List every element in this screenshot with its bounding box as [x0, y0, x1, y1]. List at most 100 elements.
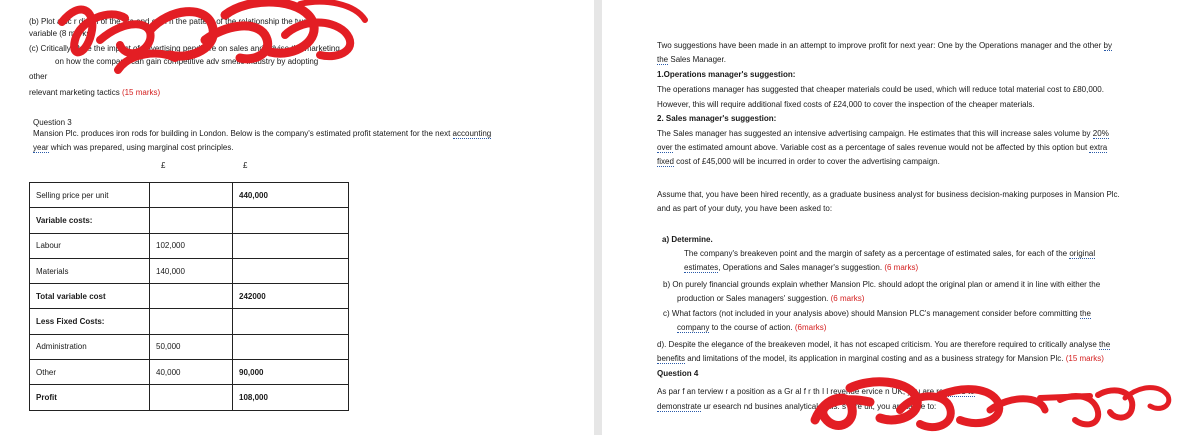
- row-label: Administration: [29, 333, 150, 361]
- question-c-fragment: (c) Critically alyse the impact of adver…: [29, 44, 340, 53]
- suggestion-1-line-2: However, this will require additional fi…: [657, 100, 1035, 109]
- spell-flag-the[interactable]: the: [657, 55, 669, 65]
- task-a-line-1: The company's breakeven point and the ma…: [684, 249, 1096, 259]
- task-b-line-2: production or Sales managers' suggestion…: [677, 294, 864, 304]
- task-a-text-1: The company's breakeven point and the ma…: [684, 249, 1068, 258]
- task-a-text-2: , Operations and Sales manager's suggest…: [718, 263, 883, 272]
- question-3-intro-line-2: year which was prepared, using marginal …: [33, 143, 234, 153]
- task-c-line-1: c) What factors (not included in your an…: [663, 309, 1091, 319]
- question-c-tactics: relevant marketing tactics: [29, 88, 120, 97]
- spell-flag-accounting[interactable]: accounting: [452, 129, 492, 139]
- question-3-intro-text: Mansion Plc. produces iron rods for buil…: [33, 129, 451, 138]
- row-value-1: 140,000: [149, 257, 233, 285]
- row-label: Selling price per unit: [29, 181, 150, 209]
- spell-flag-year[interactable]: year: [33, 143, 49, 153]
- row-label: Total variable cost: [29, 283, 150, 310]
- task-c-marks: (6marks): [794, 323, 827, 332]
- spell-flag-the-2[interactable]: the: [1079, 309, 1091, 319]
- suggestion-1-line-1: The operations manager has suggested tha…: [657, 85, 1104, 94]
- table-row: Profit 108,000: [29, 384, 349, 411]
- spell-flag-extra[interactable]: extra: [1089, 143, 1108, 153]
- table-row: Other 40,000 90,000: [29, 359, 349, 386]
- table-row: Materials 140,000: [29, 257, 349, 285]
- right-document-page: Two suggestions have been made in an att…: [602, 0, 1195, 435]
- table-header-col-1: £: [161, 161, 166, 170]
- row-value-2: [232, 232, 349, 259]
- intro-text: Two suggestions have been made in an att…: [657, 41, 1102, 50]
- intro-line-2: the Sales Manager.: [657, 55, 726, 65]
- suggestion-2-text-3: cost of £45,000 will be incurred in orde…: [676, 157, 940, 166]
- assume-line-2: and as part of your duty, you have been …: [657, 204, 833, 213]
- question-4-text-1: As par f an terview r a position as a Gr…: [657, 387, 935, 396]
- spell-flag-the-3[interactable]: the: [1099, 340, 1111, 350]
- intro-text-2: Sales Manager.: [670, 55, 726, 64]
- task-c-line-2: company to the course of action. (6marks…: [677, 323, 826, 333]
- spell-flag-required-to[interactable]: required to: [936, 387, 975, 397]
- spell-flag-by[interactable]: by: [1103, 41, 1112, 51]
- row-value-2: [232, 257, 349, 285]
- profit-statement-table: Selling price per unit 440,000 Variable co…: [29, 181, 349, 411]
- suggestion-2-line-2: over the estimated amount above. Variabl…: [657, 143, 1108, 153]
- question-3-intro-text-2: which was prepared, using marginal cost …: [50, 143, 234, 152]
- question-3-title: Question 3: [33, 118, 72, 127]
- question-3-intro-line-1: Mansion Plc. produces iron rods for buil…: [33, 129, 492, 139]
- question-c-other: other: [29, 72, 48, 81]
- table-row: Selling price per unit 440,000: [29, 181, 349, 209]
- row-value-2: 440,000: [232, 181, 349, 209]
- row-label: Materials: [29, 257, 150, 285]
- row-value-1: [149, 181, 233, 209]
- spell-flag-company[interactable]: company: [677, 323, 710, 333]
- row-value-2: [232, 308, 349, 335]
- row-value-1: 50,000: [149, 333, 233, 361]
- row-value-1: [149, 384, 233, 411]
- table-header-col-2: £: [243, 161, 248, 170]
- suggestion-2-line-1: The Sales manager has suggested an inten…: [657, 129, 1109, 139]
- spell-flag-benefits[interactable]: benefits: [657, 354, 686, 364]
- task-c-text-2: to the course of action.: [711, 323, 793, 332]
- page-gutter: [594, 0, 602, 435]
- table-row: Administration 50,000: [29, 333, 349, 361]
- table-row: Less Fixed Costs:: [29, 308, 349, 335]
- row-label: Variable costs:: [29, 207, 150, 234]
- suggestion-2-heading: 2. Sales manager's suggestion:: [657, 114, 777, 123]
- table-row: Variable costs:: [29, 207, 349, 234]
- question-b-fragment-2: variable (8 marks): [29, 29, 94, 38]
- task-b-marks: (6 marks): [830, 294, 865, 303]
- task-b-text-2: production or Sales managers' suggestion…: [677, 294, 829, 303]
- question-c-fragment-2: on how the company can gain competitive …: [55, 57, 319, 66]
- task-b-line-1: b) On purely financial grounds explain w…: [663, 280, 1101, 289]
- spell-flag-over[interactable]: over: [657, 143, 673, 153]
- row-label: Labour: [29, 232, 150, 259]
- row-value-2: [232, 207, 349, 234]
- suggestion-1-heading: 1.Operations manager's suggestion:: [657, 70, 796, 79]
- table-row: Total variable cost 242000: [29, 283, 349, 310]
- row-value-1: [149, 283, 233, 310]
- question-b-fragment: (b) Plot a sc r di am of the ata and com…: [29, 17, 308, 26]
- row-value-1: [149, 207, 233, 234]
- spell-flag-20-percent[interactable]: 20%: [1092, 129, 1109, 139]
- spell-flag-estimates[interactable]: estimates: [684, 263, 719, 273]
- question-c-tactics-line: relevant marketing tactics (15 marks): [29, 88, 160, 98]
- task-d-line-2: benefits and limitations of the model, i…: [657, 354, 1104, 364]
- task-c-text-1: c) What factors (not included in your an…: [663, 309, 1078, 318]
- assume-line-1: Assume that, you have been hired recentl…: [657, 190, 1120, 199]
- spell-flag-original[interactable]: original: [1069, 249, 1096, 259]
- row-value-2: 108,000: [232, 384, 349, 411]
- task-a-marks: (6 marks): [884, 263, 919, 272]
- task-a-heading: a) Determine.: [662, 235, 713, 244]
- question-4-line-1: As par f an terview r a position as a Gr…: [657, 387, 975, 397]
- suggestion-2-line-3: fixed cost of £45,000 will be incurred i…: [657, 157, 940, 167]
- row-value-1: 40,000: [149, 359, 233, 386]
- row-value-2: [232, 333, 349, 361]
- row-label: Profit: [29, 384, 150, 411]
- row-label: Other: [29, 359, 150, 386]
- question-4-text-2: ur esearch nd busines analytical skills.…: [703, 402, 937, 411]
- spell-flag-demonstrate[interactable]: demonstrate: [657, 402, 702, 412]
- row-label: Less Fixed Costs:: [29, 308, 150, 335]
- task-a-line-2: estimates, Operations and Sales manager'…: [684, 263, 918, 273]
- spell-flag-fixed[interactable]: fixed: [657, 157, 674, 167]
- row-value-2: 242000: [232, 283, 349, 310]
- question-4-line-2: demonstrate ur esearch nd busines analyt…: [657, 402, 936, 412]
- row-value-1: 102,000: [149, 232, 233, 259]
- task-d-marks: (15 marks): [1065, 354, 1104, 363]
